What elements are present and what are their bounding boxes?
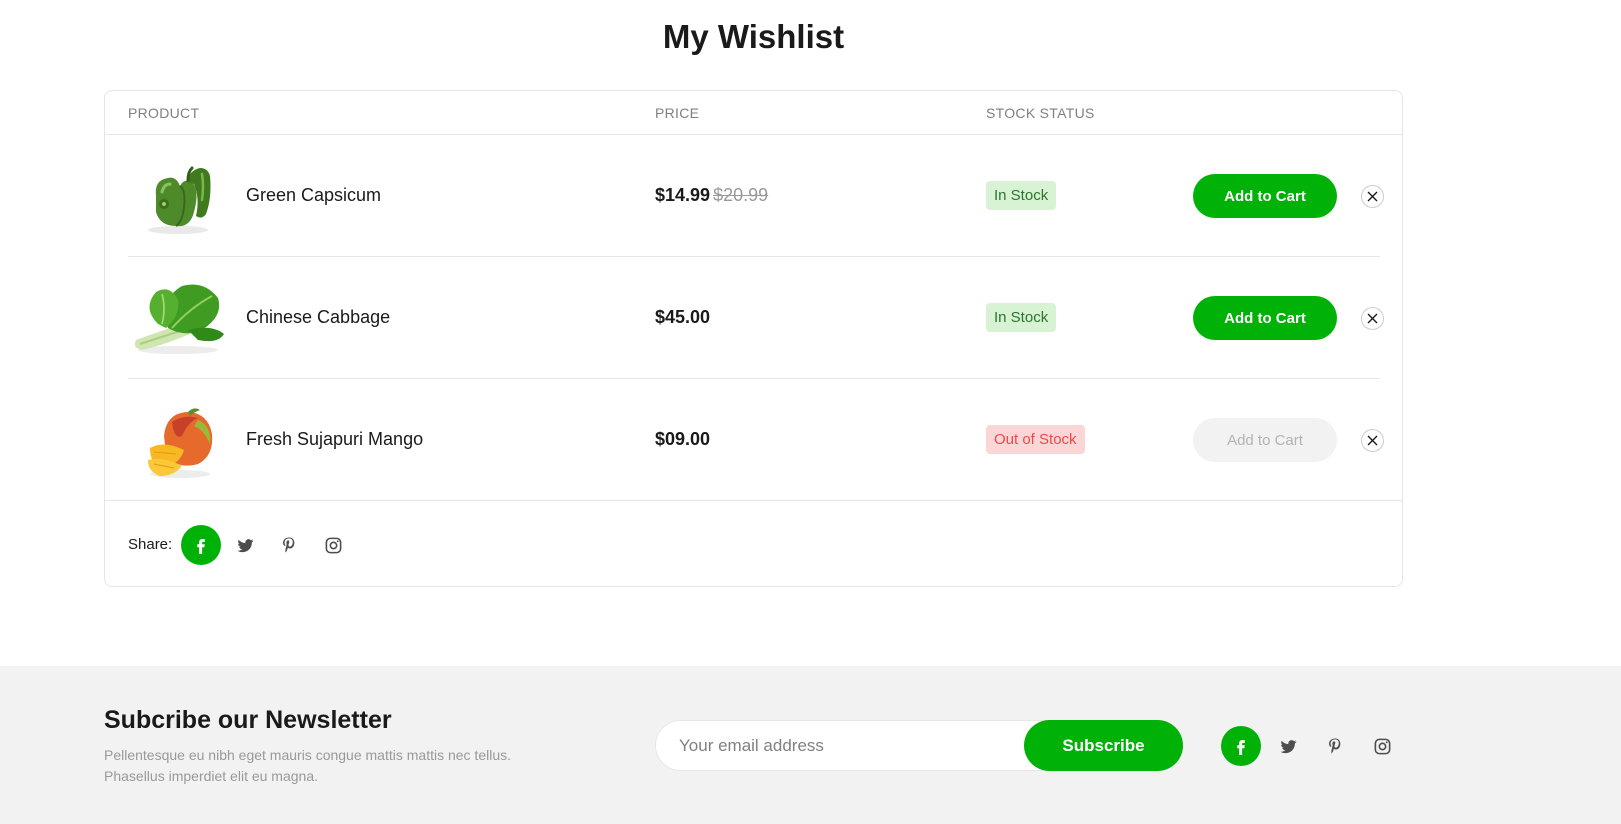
product-price: $14.99 $20.99 — [655, 185, 768, 206]
old-price: $20.99 — [713, 185, 769, 205]
footer-instagram-button[interactable] — [1362, 726, 1402, 766]
pinterest-icon — [283, 537, 295, 553]
current-price: $14.99 — [655, 185, 711, 205]
instagram-icon — [325, 537, 341, 553]
green-capsicum-image — [148, 166, 211, 234]
add-to-cart-button[interactable]: Add to Cart — [1193, 296, 1337, 340]
header-product: PRODUCT — [128, 105, 200, 121]
header-price: PRICE — [655, 105, 700, 121]
add-to-cart-button[interactable]: Add to Cart — [1193, 174, 1337, 218]
close-icon — [1367, 435, 1378, 446]
header-stock-status: STOCK STATUS — [986, 105, 1095, 121]
table-row: Fresh Sujapuri Mango $09.00 Out of Stock… — [128, 379, 1384, 501]
status-badge: In Stock — [986, 303, 1057, 332]
wishlist-table: PRODUCT PRICE STOCK STATUS Green Capsicu… — [104, 90, 1403, 587]
newsletter-section: Subcribe our Newsletter Pellentesque eu … — [0, 666, 1621, 824]
twitter-icon — [237, 538, 253, 552]
facebook-icon — [197, 539, 205, 554]
product-price: $45.00 — [655, 307, 710, 328]
instagram-icon — [1374, 738, 1390, 754]
share-label: Share: — [128, 536, 173, 553]
share-instagram-button[interactable] — [313, 525, 353, 565]
status-badge: In Stock — [986, 181, 1057, 210]
share-facebook-button[interactable] — [181, 525, 221, 565]
twitter-icon — [1280, 739, 1296, 753]
close-icon — [1367, 191, 1378, 202]
subscribe-button[interactable]: Subscribe — [1024, 720, 1183, 771]
product-name[interactable]: Fresh Sujapuri Mango — [246, 429, 423, 450]
share-twitter-button[interactable] — [225, 525, 265, 565]
share-pinterest-button[interactable] — [269, 525, 309, 565]
mango-image — [148, 408, 213, 478]
current-price: $09.00 — [655, 429, 711, 449]
newsletter-title: Subcribe our Newsletter — [104, 706, 392, 734]
table-row: Chinese Cabbage $45.00 In Stock Add to C… — [128, 257, 1384, 379]
pinterest-icon — [1329, 738, 1341, 754]
newsletter-form: Subscribe — [655, 720, 1183, 771]
current-price: $45.00 — [655, 307, 711, 327]
status-badge: Out of Stock — [986, 425, 1085, 454]
facebook-icon — [1237, 740, 1245, 755]
product-name[interactable]: Chinese Cabbage — [246, 307, 390, 328]
chinese-cabbage-image — [134, 284, 224, 354]
table-row: Green Capsicum $14.99 $20.99 In Stock Add… — [128, 135, 1384, 257]
footer-twitter-button[interactable] — [1268, 726, 1308, 766]
add-to-cart-button[interactable]: Add to Cart — [1193, 418, 1337, 462]
email-input[interactable] — [656, 721, 1036, 770]
remove-button[interactable] — [1361, 185, 1384, 208]
footer-pinterest-button[interactable] — [1315, 726, 1355, 766]
page-title: My Wishlist — [662, 18, 845, 55]
share-bar: Share: — [105, 500, 1402, 588]
remove-button[interactable] — [1361, 307, 1384, 330]
newsletter-description: Pellentesque eu nibh eget mauris congue … — [104, 747, 512, 784]
table-header: PRODUCT PRICE STOCK STATUS — [105, 91, 1402, 135]
product-name[interactable]: Green Capsicum — [246, 185, 381, 206]
footer-facebook-button[interactable] — [1221, 726, 1261, 766]
product-price: $09.00 — [655, 429, 710, 450]
remove-button[interactable] — [1361, 429, 1384, 452]
close-icon — [1367, 313, 1378, 324]
